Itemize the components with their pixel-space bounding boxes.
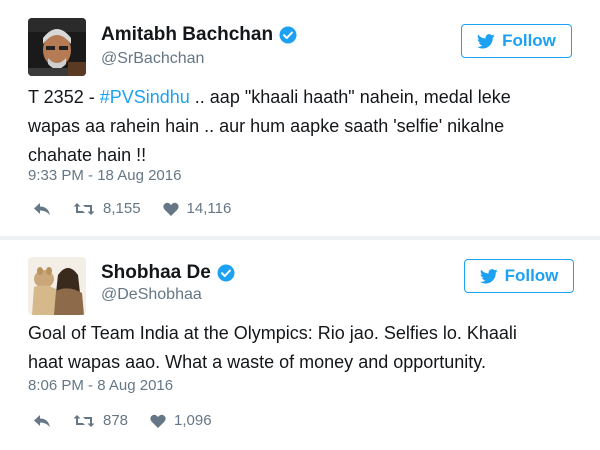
avatar[interactable] — [28, 257, 86, 315]
tweet-timestamp[interactable]: 9:33 PM - 18 Aug 2016 — [28, 167, 181, 184]
tweet-text-line3: chahate hain !! — [28, 145, 147, 165]
tweet-text: T 2352 - #PVSindhu .. aap "khaali haath"… — [28, 83, 511, 170]
heart-icon — [162, 202, 179, 216]
tweet-text: Goal of Team India at the Olympics: Rio … — [28, 319, 517, 377]
tweet-actions: 8,155 14,116 — [33, 200, 231, 217]
author-name-row: Shobhaa De — [101, 262, 235, 284]
avatar[interactable] — [28, 18, 86, 76]
user-handle[interactable]: @SrBachchan — [101, 50, 204, 68]
tweet-card: Shobhaa De @DeShobhaa Follow Goal of Tea… — [0, 240, 600, 450]
verified-badge-icon — [279, 26, 297, 44]
like-button[interactable]: 14,116 — [162, 200, 232, 217]
retweet-count: 8,155 — [103, 200, 141, 217]
tweet-text-prefix: T 2352 - — [28, 87, 100, 107]
follow-button[interactable]: Follow — [461, 24, 572, 58]
tweet-timestamp[interactable]: 8:06 PM - 8 Aug 2016 — [28, 377, 173, 394]
follow-label: Follow — [502, 31, 556, 50]
tweet-text-line2: haat wapas aao. What a waste of money an… — [28, 352, 486, 372]
like-button[interactable]: 1,096 — [150, 412, 212, 429]
tweet-text-line1: .. aap "khaali haath" nahein, medal leke — [189, 87, 511, 107]
verified-badge-icon — [217, 264, 235, 282]
reply-icon — [33, 414, 51, 428]
author-name-row: Amitabh Bachchan — [101, 24, 297, 46]
tweet-text-line2: wapas aa rahein hain .. aur hum aapke sa… — [28, 116, 505, 136]
display-name[interactable]: Amitabh Bachchan — [101, 24, 273, 46]
twitter-bird-icon — [479, 268, 498, 284]
tweet-card: Amitabh Bachchan @SrBachchan Follow T 23… — [0, 0, 600, 237]
retweet-button[interactable]: 878 — [73, 412, 128, 429]
tweet-text-line1: Goal of Team India at the Olympics: Rio … — [28, 323, 517, 343]
heart-icon — [150, 414, 166, 428]
reply-button[interactable] — [33, 414, 51, 428]
retweet-count: 878 — [103, 412, 129, 429]
user-handle[interactable]: @DeShobhaa — [101, 286, 202, 304]
twitter-bird-icon — [477, 33, 495, 49]
reply-button[interactable] — [33, 202, 51, 216]
retweet-button[interactable]: 8,155 — [73, 200, 141, 217]
retweet-icon — [73, 414, 95, 428]
tweet-actions: 878 1,096 — [33, 412, 212, 429]
like-count: 1,096 — [174, 412, 212, 429]
like-count: 14,116 — [186, 200, 232, 217]
hashtag-link[interactable]: #PVSindhu — [100, 87, 190, 107]
follow-label: Follow — [504, 266, 559, 285]
retweet-icon — [73, 202, 95, 216]
reply-icon — [33, 202, 51, 216]
display-name[interactable]: Shobhaa De — [101, 262, 211, 284]
follow-button[interactable]: Follow — [464, 259, 574, 293]
